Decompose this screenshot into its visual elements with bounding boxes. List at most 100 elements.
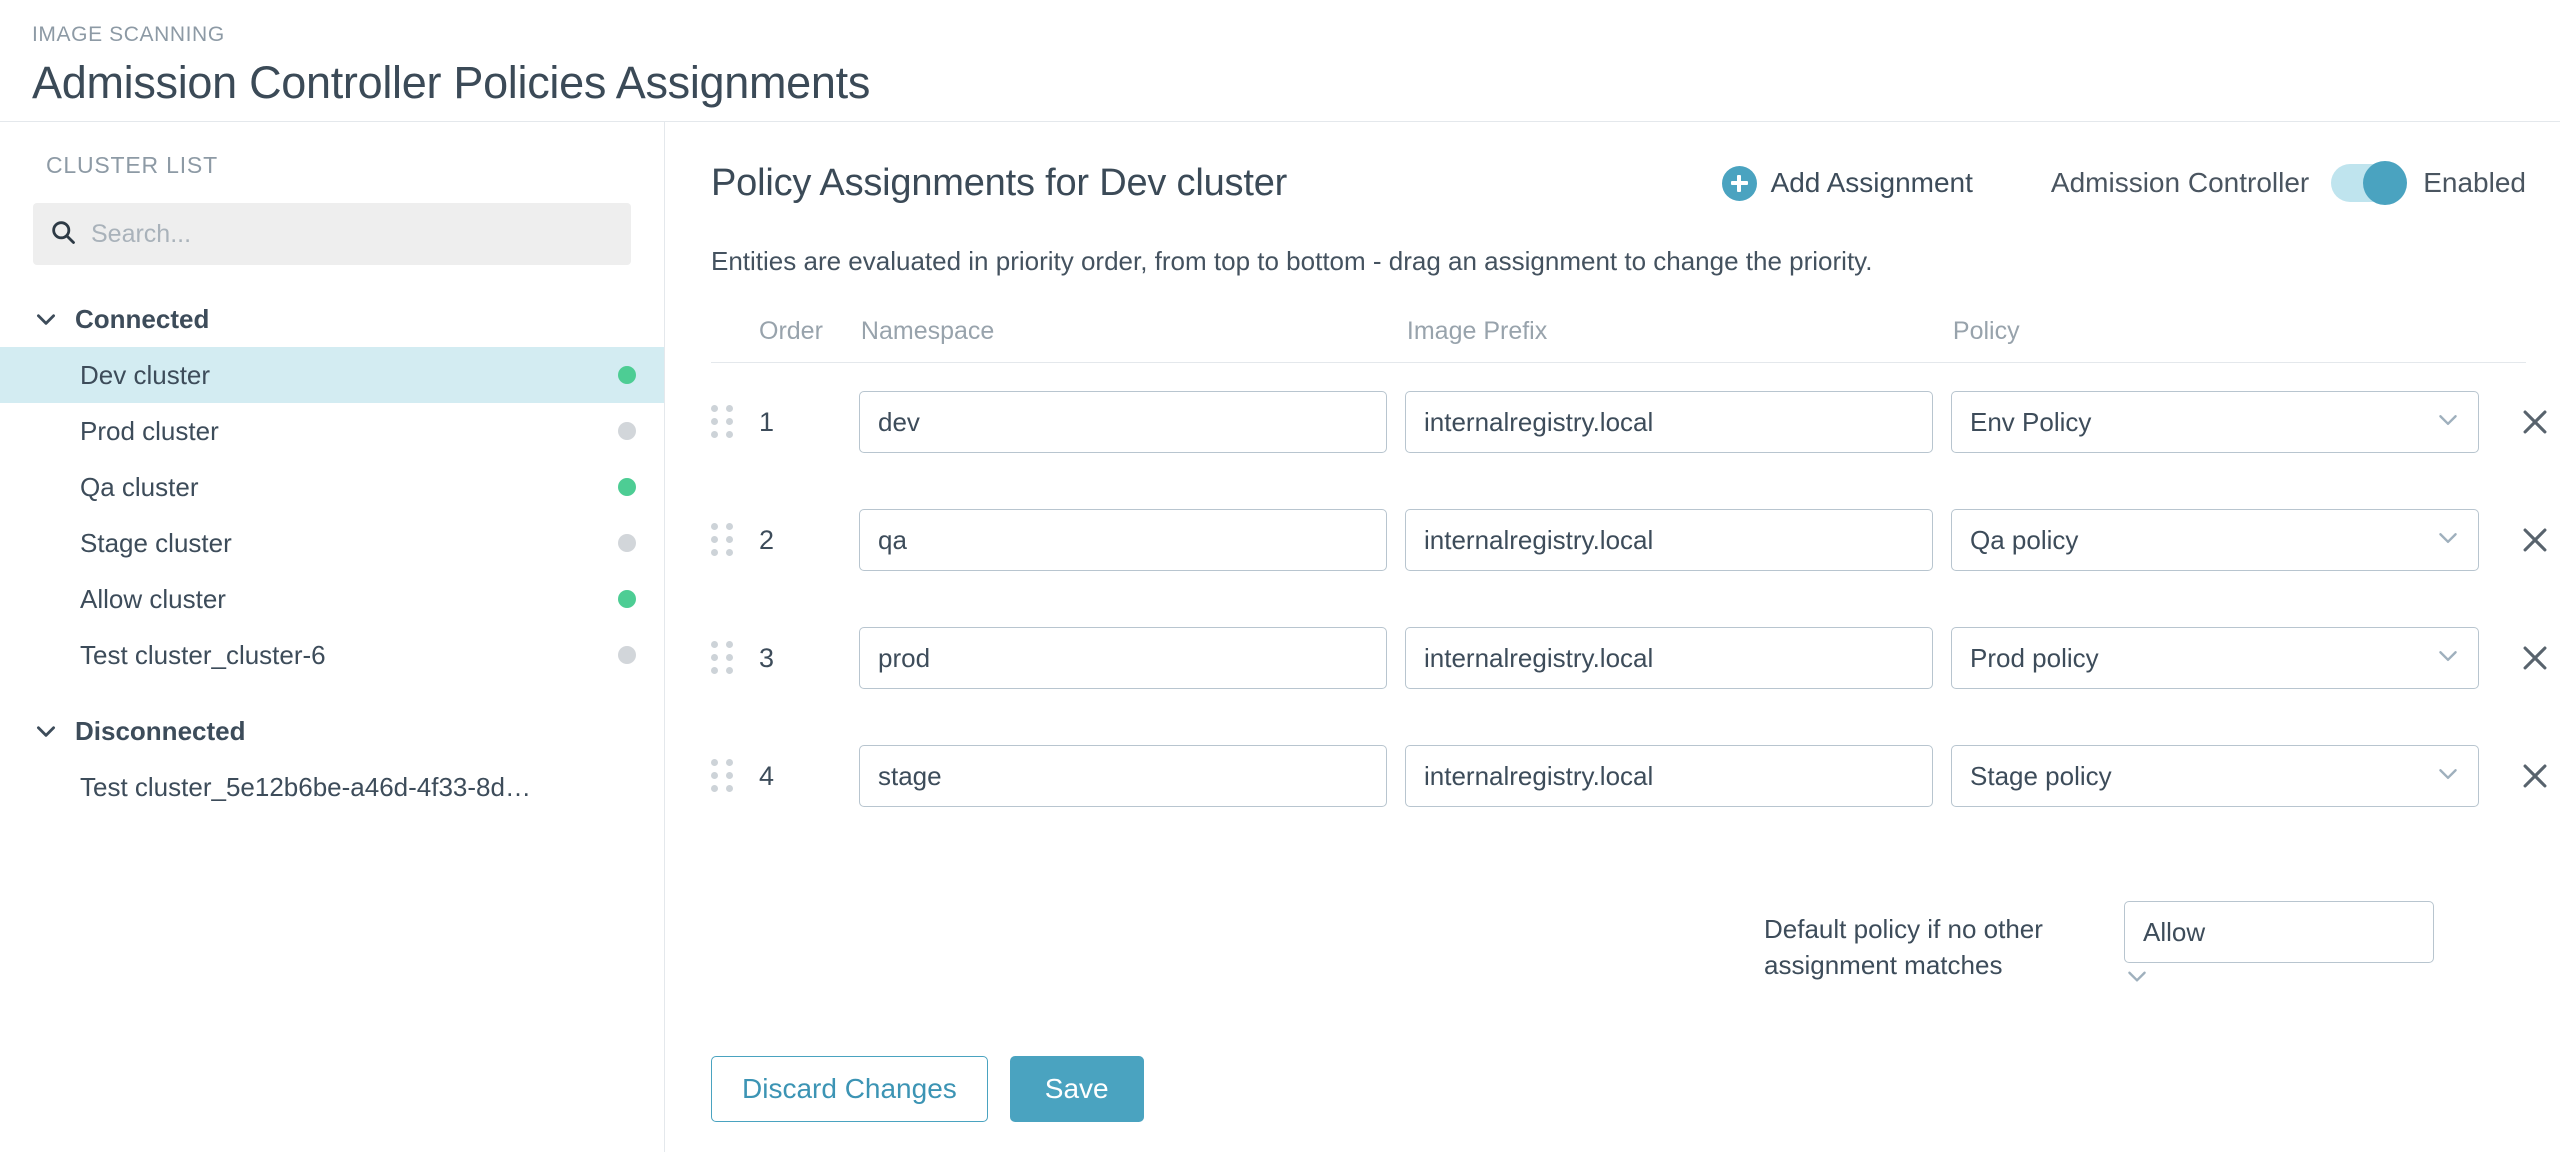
policy-cell: Prod policy xyxy=(1951,627,2479,689)
drag-handle-icon[interactable] xyxy=(711,641,735,675)
breadcrumb-eyebrow: IMAGE SCANNING xyxy=(32,23,225,46)
drag-handle-cell xyxy=(711,759,759,793)
policy-select[interactable]: Env Policy xyxy=(1951,391,2479,453)
status-dot-offline xyxy=(618,534,636,552)
delete-cell xyxy=(2479,400,2560,444)
namespace-input[interactable] xyxy=(859,391,1387,453)
search-input[interactable] xyxy=(91,203,615,265)
group-header-connected[interactable]: Connected xyxy=(0,297,664,341)
priority-hint-text: Entities are evaluated in priority order… xyxy=(711,246,1873,276)
policy-select[interactable]: Prod policy xyxy=(1951,627,2479,689)
chevron-down-icon xyxy=(33,306,59,332)
default-policy-select-wrap: Allow xyxy=(2124,901,2434,994)
close-icon[interactable] xyxy=(2513,400,2557,444)
cluster-name: Prod cluster xyxy=(80,415,219,446)
chevron-down-icon xyxy=(2124,971,2150,993)
policy-select-wrap: Env Policy xyxy=(1951,391,2479,453)
policy-select[interactable]: Qa policy xyxy=(1951,509,2479,571)
group-label: Connected xyxy=(75,303,210,334)
policy-select-wrap: Stage policy xyxy=(1951,745,2479,807)
table-row: 2 Qa policy xyxy=(711,481,2547,599)
form-actions: Discard Changes Save xyxy=(711,1056,2526,1122)
admission-controller-page: IMAGE SCANNING Admission Controller Poli… xyxy=(0,0,2560,1152)
discard-changes-button[interactable]: Discard Changes xyxy=(711,1056,988,1122)
namespace-input[interactable] xyxy=(859,627,1387,689)
drag-handle-icon[interactable] xyxy=(711,759,735,793)
image-prefix-input[interactable] xyxy=(1405,391,1933,453)
image-prefix-input[interactable] xyxy=(1405,745,1933,807)
cluster-name: Allow cluster xyxy=(80,583,226,614)
row-order-number: 2 xyxy=(759,524,775,555)
sidebar-title: CLUSTER LIST xyxy=(46,152,218,178)
chevron-down-icon xyxy=(33,718,59,744)
drag-handle-icon[interactable] xyxy=(711,405,735,439)
page-title: Admission Controller Policies Assignment… xyxy=(32,57,871,109)
default-policy-select[interactable]: Allow xyxy=(2124,901,2434,963)
image-prefix-cell xyxy=(1405,745,1933,807)
cluster-name: Qa cluster xyxy=(80,471,199,502)
table-row: 4 Stage policy xyxy=(711,717,2547,835)
delete-cell xyxy=(2479,754,2560,798)
drag-handle-cell xyxy=(711,405,759,439)
search-box[interactable] xyxy=(33,203,631,265)
panel-title: Policy Assignments for Dev cluster xyxy=(711,161,1288,204)
panel-header: Policy Assignments for Dev cluster Add A… xyxy=(711,152,2526,214)
status-dot-online xyxy=(618,366,636,384)
sidebar-item-allow-cluster[interactable]: Allow cluster xyxy=(0,571,664,627)
namespace-input[interactable] xyxy=(859,745,1387,807)
sidebar-item-dev-cluster[interactable]: Dev cluster xyxy=(0,347,664,403)
image-prefix-input[interactable] xyxy=(1405,509,1933,571)
policy-select-wrap: Qa policy xyxy=(1951,509,2479,571)
save-button[interactable]: Save xyxy=(1009,1056,1144,1122)
plus-circle-icon xyxy=(1721,165,1757,201)
column-header-policy: Policy xyxy=(1952,317,2020,345)
cluster-list-connected: Dev cluster Prod cluster Qa cluster Stag… xyxy=(0,347,664,683)
admission-controller-label: Admission Controller xyxy=(2050,167,2310,198)
sidebar-item-test-cluster-6[interactable]: Test cluster_cluster-6 xyxy=(0,627,664,683)
toggle-state-label: Enabled xyxy=(2423,167,2526,198)
admission-controller-toggle[interactable] xyxy=(2331,161,2408,205)
close-icon[interactable] xyxy=(2513,518,2557,562)
policy-cell: Qa policy xyxy=(1951,509,2479,571)
policy-assignments-panel: Policy Assignments for Dev cluster Add A… xyxy=(665,122,2560,1152)
status-dot-online xyxy=(618,590,636,608)
drag-handle-icon[interactable] xyxy=(711,523,735,557)
group-label: Disconnected xyxy=(75,715,246,746)
close-icon[interactable] xyxy=(2513,636,2557,680)
sidebar-item-test-cluster-uuid[interactable]: Test cluster_5e12b6be-a46d-4f33-8d… xyxy=(0,759,664,815)
sidebar-item-qa-cluster[interactable]: Qa cluster xyxy=(0,459,664,515)
close-icon[interactable] xyxy=(2513,754,2557,798)
namespace-cell xyxy=(859,745,1387,807)
image-prefix-input[interactable] xyxy=(1405,627,1933,689)
sidebar-item-stage-cluster[interactable]: Stage cluster xyxy=(0,515,664,571)
cluster-group-disconnected: Disconnected Test cluster_5e12b6be-a46d-… xyxy=(0,709,664,815)
cluster-name: Test cluster_cluster-6 xyxy=(80,639,326,670)
sidebar-item-prod-cluster[interactable]: Prod cluster xyxy=(0,403,664,459)
row-order-number: 3 xyxy=(759,642,775,673)
group-header-disconnected[interactable]: Disconnected xyxy=(0,709,664,753)
policy-select-wrap: Prod policy xyxy=(1951,627,2479,689)
namespace-cell xyxy=(859,509,1387,571)
cluster-sidebar: CLUSTER LIST Search... Connected Dev clu… xyxy=(0,122,665,1152)
policy-select[interactable]: Stage policy xyxy=(1951,745,2479,807)
table-row: 3 Prod policy xyxy=(711,599,2547,717)
default-policy-label: Default policy if no other assignment ma… xyxy=(1764,914,2043,980)
namespace-input[interactable] xyxy=(859,509,1387,571)
cluster-name: Dev cluster xyxy=(80,359,211,390)
column-header-namespace: Namespace xyxy=(860,317,995,345)
namespace-cell xyxy=(859,627,1387,689)
toggle-knob xyxy=(2363,161,2408,205)
cluster-group-connected: Connected Dev cluster Prod cluster Qa cl… xyxy=(0,297,664,683)
row-order-number: 1 xyxy=(759,406,775,437)
cluster-list-disconnected: Test cluster_5e12b6be-a46d-4f33-8d… xyxy=(0,759,664,815)
add-assignment-button[interactable]: Add Assignment xyxy=(1721,165,1973,201)
status-dot-offline xyxy=(618,646,636,664)
cluster-name: Stage cluster xyxy=(80,527,232,558)
image-prefix-cell xyxy=(1405,391,1933,453)
status-dot-online xyxy=(618,478,636,496)
search-icon xyxy=(49,218,77,251)
assignments-table: Order Namespace Image Prefix Policy 1 de… xyxy=(711,317,2547,835)
namespace-cell xyxy=(859,391,1387,453)
drag-handle-cell xyxy=(711,641,759,675)
delete-cell xyxy=(2479,518,2560,562)
